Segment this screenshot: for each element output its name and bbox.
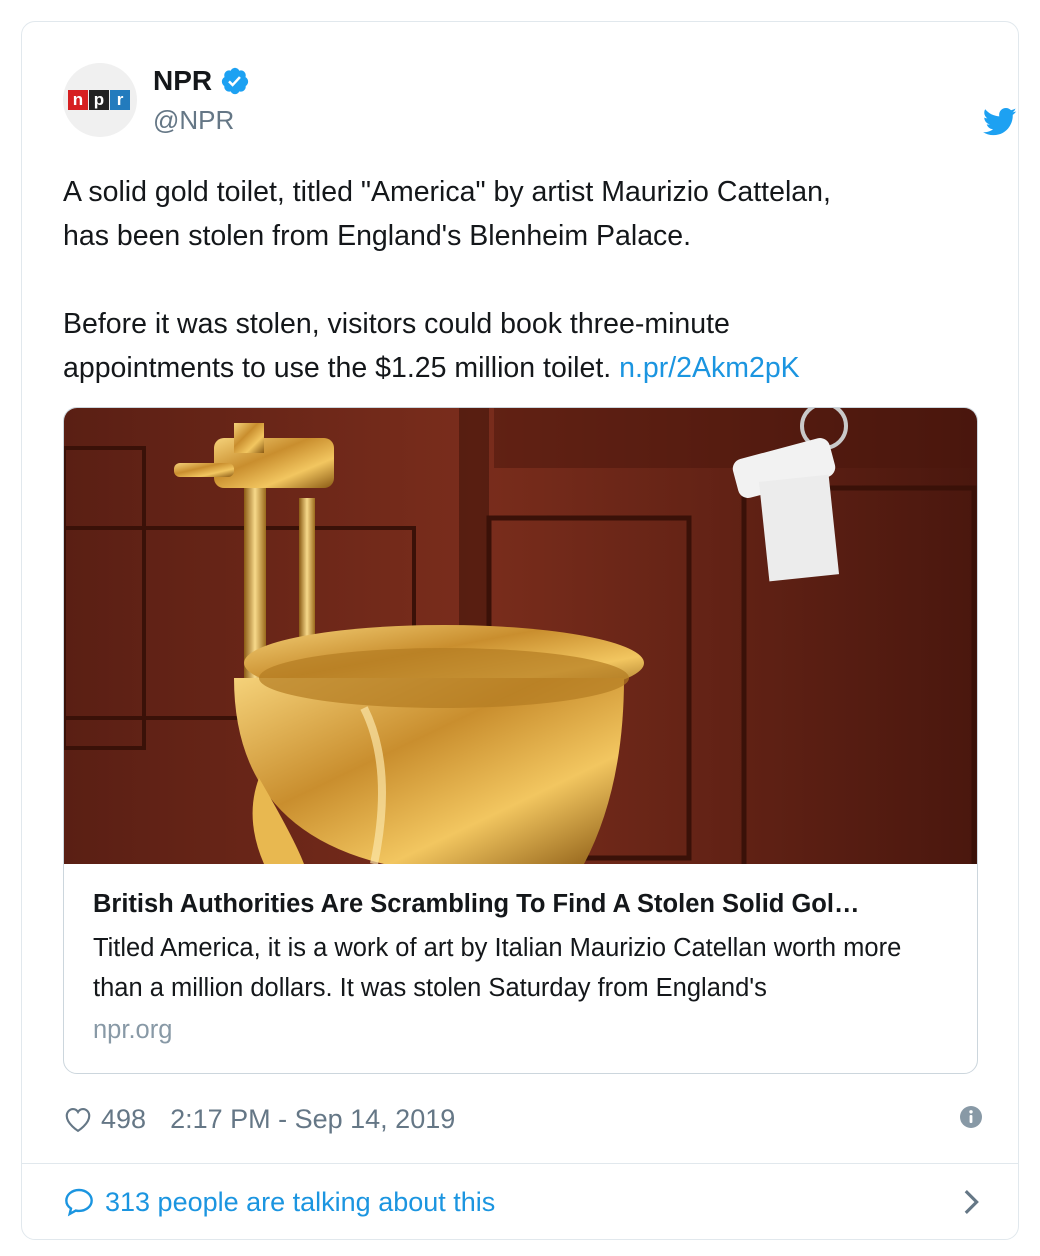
tweet-footer: 498 2:17 PM - Sep 14, 2019: [63, 1099, 983, 1139]
chevron-right-icon[interactable]: [961, 1188, 983, 1216]
avatar[interactable]: n p r: [63, 63, 137, 137]
tweet-link[interactable]: n.pr/2Akm2pK: [619, 352, 800, 384]
npr-logo-icon: n p r: [68, 90, 130, 110]
npr-logo-letter-p: p: [89, 90, 109, 110]
link-preview-title[interactable]: British Authorities Are Scrambling To Fi…: [93, 886, 953, 922]
link-preview-body: British Authorities Are Scrambling To Fi…: [93, 886, 953, 1050]
verified-badge-icon: [221, 67, 249, 95]
tweet-text: A solid gold toilet, titled "America" by…: [63, 170, 963, 390]
link-preview-card[interactable]: British Authorities Are Scrambling To Fi…: [63, 407, 978, 1074]
speech-bubble-icon: [65, 1188, 93, 1217]
footer-divider: [22, 1163, 1018, 1164]
npr-logo-letter-n: n: [68, 90, 88, 110]
account-name-row[interactable]: NPR: [153, 65, 250, 97]
account-handle[interactable]: @NPR: [153, 105, 234, 136]
npr-logo-letter-r: r: [110, 90, 130, 110]
info-icon[interactable]: [959, 1105, 983, 1129]
tweet-header: n p r NPR @NPR: [63, 63, 1017, 137]
conversation-link[interactable]: 313 people are talking about this: [63, 1180, 983, 1224]
conversation-label[interactable]: 313 people are talking about this: [105, 1187, 495, 1218]
link-preview-domain: npr.org: [93, 1016, 173, 1044]
twitter-bird-icon[interactable]: [983, 107, 1017, 137]
link-preview-description: Titled America, it is a work of art by I…: [93, 934, 902, 1002]
tweet-card: n p r NPR @NPR A solid gold toilet, titl…: [21, 21, 1019, 1240]
account-name[interactable]: NPR: [153, 65, 212, 97]
heart-icon[interactable]: [63, 1105, 93, 1133]
like-count[interactable]: 498: [101, 1104, 146, 1135]
tweet-timestamp[interactable]: 2:17 PM - Sep 14, 2019: [170, 1104, 455, 1135]
gold-toilet-photo[interactable]: [64, 408, 977, 864]
